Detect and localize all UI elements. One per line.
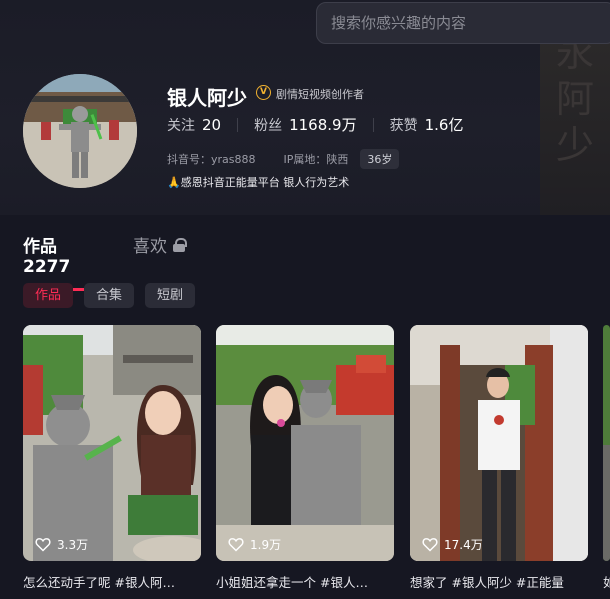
profile-bio: 🙏感恩抖音正能量平台 银人行为艺术 (167, 176, 350, 189)
verified-title: 剧情短视频创作者 (276, 88, 364, 101)
video-card[interactable]: 17.4万 (410, 325, 588, 561)
video-likes: 17.4万 (422, 536, 483, 553)
stat-label: 关注 (167, 117, 195, 134)
video-title[interactable]: 怎么还动手了呢 #银人阿… (23, 572, 201, 591)
stat-value: 1.6亿 (424, 116, 464, 134)
profile-name: 银人阿少 (167, 86, 247, 110)
video-card[interactable]: 3.3万 (23, 325, 201, 561)
likes-stat: 获赞 1.6亿 (390, 114, 464, 135)
avatar[interactable] (23, 74, 137, 188)
verified-icon: V (256, 85, 271, 100)
likes-count: 1.9万 (250, 538, 282, 552)
filter-chips: 作品 合集 短剧 (23, 283, 206, 308)
tab-likes-label: 喜欢 (133, 237, 167, 257)
chip-short-dramas[interactable]: 短剧 (145, 283, 196, 308)
video-thumbnail (23, 325, 201, 561)
stat-label: 粉丝 (254, 117, 283, 134)
profile-meta: 抖音号：yras888 IP属地：陕西 36岁 (167, 149, 400, 169)
avatar-image (23, 74, 137, 188)
following-stat[interactable]: 关注 20 (167, 115, 221, 135)
likes-count: 17.4万 (444, 538, 483, 552)
video-title[interactable]: 想家了 #银人阿少 #正能量 (410, 572, 588, 591)
lock-icon (173, 238, 187, 252)
heart-icon (35, 538, 51, 552)
search-bar[interactable] (316, 2, 610, 44)
video-title[interactable]: 如 (603, 572, 610, 591)
video-card[interactable]: 1.9万 (216, 325, 394, 561)
age-badge: 36岁 (360, 149, 400, 169)
video-likes: 1.9万 (228, 536, 281, 553)
search-input[interactable] (331, 14, 591, 32)
video-card[interactable] (603, 325, 610, 561)
chip-collections[interactable]: 合集 (84, 283, 135, 308)
chip-works[interactable]: 作品 (23, 283, 74, 308)
video-likes: 3.3万 (35, 536, 88, 553)
stat-value: 1168.9万 (289, 116, 357, 134)
heart-icon (228, 538, 244, 552)
divider (237, 117, 239, 132)
stat-label: 获赞 (389, 117, 418, 134)
ip-location: IP属地：陕西 (283, 153, 349, 166)
background-calligraphy: 永 阿 少 (540, 30, 610, 215)
tab-likes[interactable]: 喜欢 (133, 232, 187, 257)
video-title[interactable]: 小姐姐还拿走一个 #银人… (216, 572, 394, 591)
heart-icon (422, 538, 438, 552)
video-thumbnail (410, 325, 588, 561)
stat-value: 20 (202, 115, 222, 134)
video-thumbnail (603, 325, 610, 561)
douyin-id: 抖音号：yras888 (167, 153, 256, 166)
followers-stat[interactable]: 粉丝 1168.9万 (254, 114, 357, 135)
watermark-char: 阿 (555, 77, 594, 121)
watermark-char: 少 (555, 123, 594, 167)
likes-count: 3.3万 (57, 538, 89, 552)
video-thumbnail (216, 325, 394, 561)
profile-stats: 关注 20 粉丝 1168.9万 获赞 1.6亿 (167, 114, 463, 135)
divider (372, 117, 374, 132)
